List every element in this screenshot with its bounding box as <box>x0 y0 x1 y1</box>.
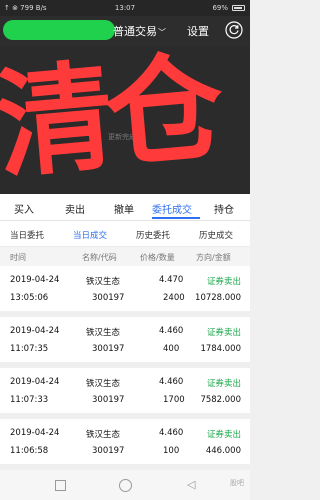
trade-quantity: 100 <box>163 446 180 456</box>
trade-amount: 10728.000 <box>195 293 241 303</box>
col-price-qty: 价格/数量 <box>140 253 175 262</box>
trade-quantity: 2400 <box>163 293 185 303</box>
trade-date: 2019-04-24 <box>10 275 60 285</box>
trade-quantity: 400 <box>163 344 180 354</box>
trade-price: 4.460 <box>159 377 184 387</box>
settings-button[interactable]: 设置 <box>187 23 209 39</box>
stock-name: 铁汉生态 <box>86 277 121 287</box>
stock-name: 铁汉生态 <box>86 328 121 338</box>
table-row[interactable]: 2019-04-24 11:07:33 铁汉生态 300197 4.460 17… <box>0 368 250 419</box>
trade-price: 4.460 <box>159 428 184 438</box>
battery-percent: 69% <box>212 4 228 12</box>
system-nav-bar: ◁ <box>0 470 250 500</box>
trade-direction: 证券卖出 <box>206 328 241 338</box>
trade-date: 2019-04-24 <box>10 428 60 438</box>
trade-date: 2019-04-24 <box>10 377 60 387</box>
battery-icon <box>232 5 245 11</box>
overlay-text: 清仓 <box>0 46 222 194</box>
stock-code: 300197 <box>92 344 125 354</box>
chevron-down-icon: ﹀ <box>158 28 166 37</box>
watermark: 股吧 <box>230 479 244 487</box>
trade-amount: 1784.000 <box>200 344 241 354</box>
tab-orders-trades[interactable]: 委托成交 <box>152 201 192 216</box>
app-header: 普通交易﹀ 设置 <box>0 16 250 46</box>
stock-code: 300197 <box>92 293 125 303</box>
tab-cancel[interactable]: 撤单 <box>114 201 134 216</box>
mode-title: 普通交易 <box>113 25 157 38</box>
col-name-code: 名称/代码 <box>82 253 117 262</box>
redaction-mark <box>3 20 115 40</box>
stock-name: 铁汉生态 <box>86 430 121 440</box>
tab-positions[interactable]: 持仓 <box>214 201 234 216</box>
subtab-today-orders[interactable]: 当日委托 <box>10 229 44 241</box>
trade-amount: 446.000 <box>205 446 241 456</box>
back-icon[interactable]: ◁ <box>187 478 195 491</box>
active-tab-indicator <box>152 217 200 219</box>
recent-apps-icon[interactable] <box>55 480 66 491</box>
trade-time: 11:07:33 <box>10 395 49 405</box>
trade-time: 11:06:58 <box>10 446 49 456</box>
stock-code: 300197 <box>92 395 125 405</box>
trade-tabs: 买入 卖出 撤单 委托成交 持仓 <box>0 194 250 221</box>
refresh-icon[interactable] <box>225 21 243 39</box>
overlay-banner: 更新完成. 清仓 <box>0 46 250 194</box>
home-icon[interactable] <box>119 479 132 492</box>
tab-buy[interactable]: 买入 <box>14 201 34 216</box>
subtab-history-orders[interactable]: 历史委托 <box>136 229 170 241</box>
trade-quantity: 1700 <box>163 395 185 405</box>
sub-tabs: 当日委托 当日成交 历史委托 历史成交 <box>0 221 250 247</box>
mode-dropdown[interactable]: 普通交易﹀ <box>113 23 166 39</box>
subtab-today-trades[interactable]: 当日成交 <box>73 229 107 241</box>
table-header: 时间 名称/代码 价格/数量 方向/金额 <box>0 247 250 266</box>
trade-time: 11:07:35 <box>10 344 49 354</box>
subtab-history-trades[interactable]: 历史成交 <box>199 229 233 241</box>
trade-direction: 证券卖出 <box>206 277 241 287</box>
table-row[interactable]: 2019-04-24 13:05:06 铁汉生态 300197 4.470 24… <box>0 266 250 317</box>
col-time: 时间 <box>10 253 26 262</box>
trade-time: 13:05:06 <box>10 293 49 303</box>
tab-sell[interactable]: 卖出 <box>65 201 85 216</box>
table-row[interactable]: 2019-04-24 11:06:58 铁汉生态 300197 4.460 10… <box>0 419 250 470</box>
trade-price: 4.470 <box>159 275 184 285</box>
status-bar: ↑ ⊗ 799 B/s 13:07 69% <box>0 0 250 16</box>
trade-price: 4.460 <box>159 326 184 336</box>
col-direction-amount: 方向/金额 <box>196 253 231 262</box>
trade-direction: 证券卖出 <box>206 430 241 440</box>
table-row[interactable]: 2019-04-24 11:07:35 铁汉生态 300197 4.460 40… <box>0 317 250 368</box>
stock-name: 铁汉生态 <box>86 379 121 389</box>
trade-date: 2019-04-24 <box>10 326 60 336</box>
trade-amount: 7582.000 <box>200 395 241 405</box>
trade-list: 2019-04-24 13:05:06 铁汉生态 300197 4.470 24… <box>0 266 250 470</box>
stock-code: 300197 <box>92 446 125 456</box>
trade-direction: 证券卖出 <box>206 379 241 389</box>
